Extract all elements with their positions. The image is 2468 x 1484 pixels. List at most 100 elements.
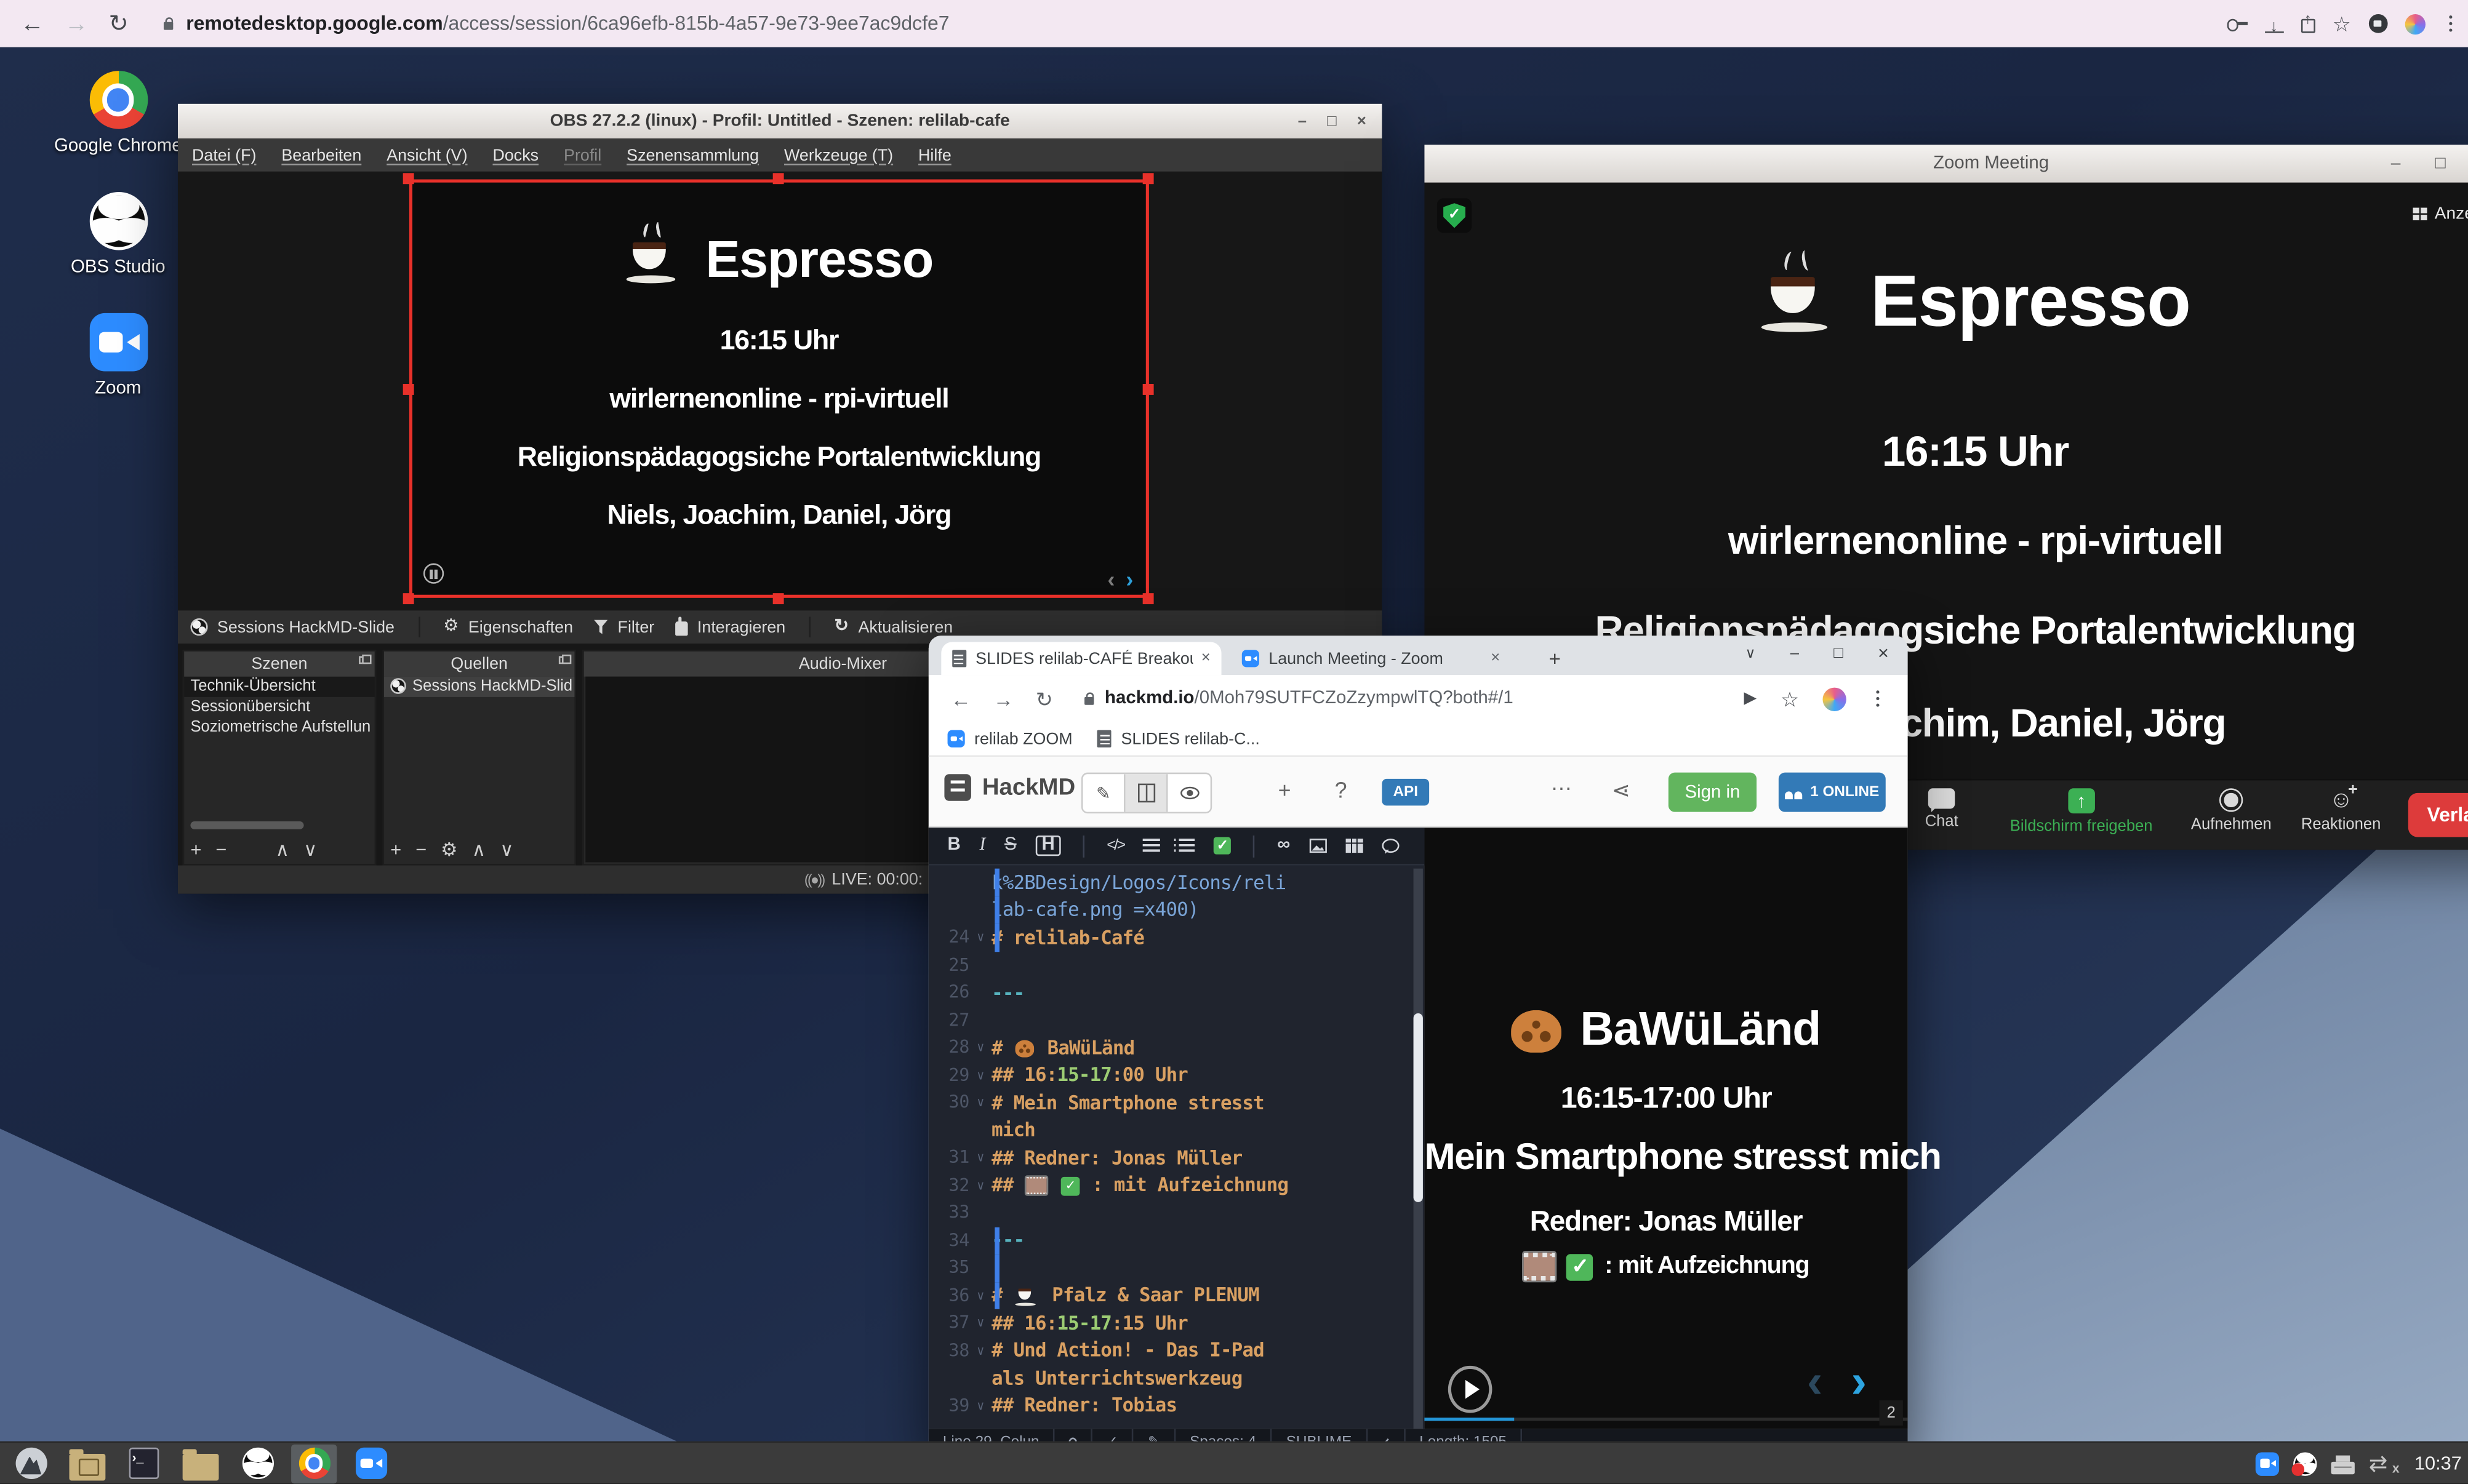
transform-handle[interactable] [773, 173, 784, 184]
bold-icon[interactable] [948, 837, 961, 855]
scenes-down-button[interactable]: ∨ [303, 839, 317, 861]
slide-next-icon[interactable]: › [1126, 567, 1133, 592]
fold-chevron-icon[interactable]: ∨ [969, 1068, 992, 1082]
sources-up-button[interactable]: ∧ [472, 839, 486, 861]
sources-down-button[interactable]: ∨ [500, 839, 513, 861]
back-icon[interactable] [20, 12, 44, 35]
desktop-icon-google-chrome[interactable]: Google Chrome [47, 71, 189, 156]
scenes-add-button[interactable]: + [190, 839, 201, 861]
scene-item[interactable]: Soziometrische Aufstellun [184, 717, 374, 738]
status-pin-icon[interactable] [1055, 1429, 1092, 1441]
menu-dots-icon[interactable] [2449, 22, 2453, 25]
tab-close-icon[interactable]: × [1491, 650, 1500, 667]
tab-close-icon[interactable]: × [1201, 650, 1211, 667]
zoom-bildschirm-freigeben-button[interactable]: Bildschirm freigeben [2010, 788, 2153, 835]
zoom-titlebar[interactable]: Zoom Meeting – □ [1424, 145, 2468, 182]
fold-chevron-icon[interactable]: ∨ [969, 1151, 992, 1165]
check-icon[interactable] [1214, 837, 1232, 855]
obs-menu-werkzeuge-t[interactable]: Werkzeuge (T) [784, 146, 893, 165]
italic-icon[interactable] [980, 837, 986, 855]
address-bar[interactable]: remotedesktop.google.com/access/session/… [163, 12, 950, 34]
taskbar-screenshot-folder-icon[interactable] [65, 1443, 110, 1483]
sign-in-button[interactable]: Sign in [1669, 773, 1757, 812]
slide-prev-icon[interactable]: ‹ [1108, 567, 1115, 592]
transform-handle[interactable] [1143, 173, 1154, 184]
horizontal-scrollbar[interactable] [190, 821, 303, 829]
key-icon[interactable] [2227, 15, 2247, 32]
zoom-reaktionen-button[interactable]: Reaktionen [2301, 788, 2381, 834]
taskbar-chrome-icon[interactable] [291, 1443, 337, 1483]
obs-dock-sessions-hackmd-slide[interactable]: Sessions HackMD-Slide [190, 618, 395, 637]
editor-scrollbar-thumb[interactable] [1414, 1013, 1423, 1202]
obs-dock-interagieren[interactable]: Interagieren [675, 618, 785, 637]
chevron-down-icon[interactable]: ∨ [1745, 644, 1756, 661]
minimize-icon[interactable]: – [1790, 644, 1799, 661]
obs-preview-canvas[interactable]: Espresso 16:15 Uhr wirlernenonline - rpi… [409, 180, 1149, 598]
leave-meeting-button[interactable]: Verlas [2408, 793, 2468, 837]
obs-dock-aktualisieren[interactable]: Aktualisieren [835, 618, 953, 637]
fold-chevron-icon[interactable]: ∨ [969, 1398, 992, 1413]
close-icon[interactable]: × [1878, 642, 1889, 664]
api-badge[interactable]: API [1382, 779, 1429, 805]
bookmark-slides-relilab-c[interactable]: SLIDES relilab-C... [1098, 729, 1260, 748]
taskbar-obs-icon[interactable] [234, 1443, 280, 1483]
status-checkmark-icon[interactable] [1092, 1429, 1134, 1441]
taskbar-launcher-icon[interactable] [8, 1443, 54, 1483]
image-icon[interactable] [1309, 839, 1327, 853]
reload-icon[interactable] [108, 12, 128, 35]
share-arrow-icon[interactable] [1744, 692, 1757, 704]
obs-menu-datei-f[interactable]: Datei (F) [192, 146, 256, 165]
desktop-icon-obs-studio[interactable]: OBS Studio [47, 192, 189, 277]
transform-handle[interactable] [403, 384, 414, 395]
code-icon[interactable] [1107, 837, 1124, 855]
profile-avatar[interactable] [2405, 14, 2425, 34]
obs-titlebar[interactable]: OBS 27.2.2 (linux) - Profil: Untitled - … [178, 104, 1382, 138]
comment-icon[interactable] [1382, 839, 1400, 853]
obs-menu-szenensammlung[interactable]: Szenensammlung [627, 146, 759, 165]
reload-icon[interactable] [1036, 688, 1053, 709]
ul-icon[interactable] [1143, 839, 1159, 852]
tray-printer-icon[interactable] [2331, 1461, 2354, 1474]
forward-icon[interactable] [993, 688, 1014, 709]
more-button[interactable]: … [1550, 770, 1573, 795]
new-tab-button[interactable]: + [1549, 647, 1560, 670]
new-note-button[interactable]: + [1278, 777, 1291, 802]
bookmark-relilab-zoom[interactable]: relilab ZOOM [948, 729, 1073, 748]
zoom-aufnehmen-button[interactable]: Aufnehmen [2191, 788, 2272, 834]
sources-gear-button[interactable]: ⚙ [441, 839, 458, 861]
mode-split-button[interactable] [1126, 774, 1168, 812]
profile-avatar[interactable] [1822, 687, 1846, 710]
extensions-icon[interactable] [2368, 14, 2388, 34]
obs-menu-hilfe[interactable]: Hilfe [918, 146, 952, 165]
status-wrench-icon[interactable] [1368, 1429, 1405, 1441]
obs-menu-profil[interactable]: Profil [564, 146, 601, 165]
transform-handle[interactable] [403, 593, 414, 604]
transform-handle[interactable] [1143, 593, 1154, 604]
minimize-icon[interactable]: – [2391, 154, 2401, 174]
fold-chevron-icon[interactable]: ∨ [969, 1288, 992, 1302]
transform-handle[interactable] [773, 593, 784, 604]
menu-dots-icon[interactable] [1876, 696, 1880, 700]
obs-menu-ansicht-v[interactable]: Ansicht (V) [387, 146, 467, 165]
address-bar[interactable]: hackmd.io/0Moh79SUTFCZoZzympwlTQ?both#/1 [1084, 689, 1513, 708]
scenes-remove-button[interactable]: − [215, 839, 226, 861]
share-icon[interactable] [2301, 18, 2315, 33]
status-brush-icon[interactable] [1134, 1429, 1176, 1441]
strike-icon[interactable] [1004, 837, 1017, 855]
obs-dock-filter[interactable]: Filter [593, 618, 654, 637]
forward-icon[interactable] [65, 12, 88, 35]
help-button[interactable]: ? [1335, 777, 1347, 802]
scene-item[interactable]: Technik-Übersicht [184, 677, 374, 697]
taskbar-terminal-icon[interactable] [121, 1443, 167, 1483]
link-icon[interactable] [1277, 837, 1290, 855]
obs-menu-docks[interactable]: Docks [492, 146, 539, 165]
sources-add-button[interactable]: + [390, 839, 401, 861]
fold-chevron-icon[interactable]: ∨ [969, 1316, 992, 1330]
taskbar-zoom-icon[interactable] [348, 1443, 393, 1483]
scenes-up-button[interactable]: ∧ [276, 839, 289, 861]
sources-panel-header[interactable]: Quellen [384, 652, 574, 677]
desktop-icon-zoom[interactable]: Zoom [47, 313, 189, 398]
browser-tab-slides-relilab-caf-breakou[interactable]: SLIDES relilab-CAFÉ Breakou × [941, 642, 1221, 675]
transform-handle[interactable] [1143, 384, 1154, 395]
fold-chevron-icon[interactable]: ∨ [969, 930, 992, 944]
